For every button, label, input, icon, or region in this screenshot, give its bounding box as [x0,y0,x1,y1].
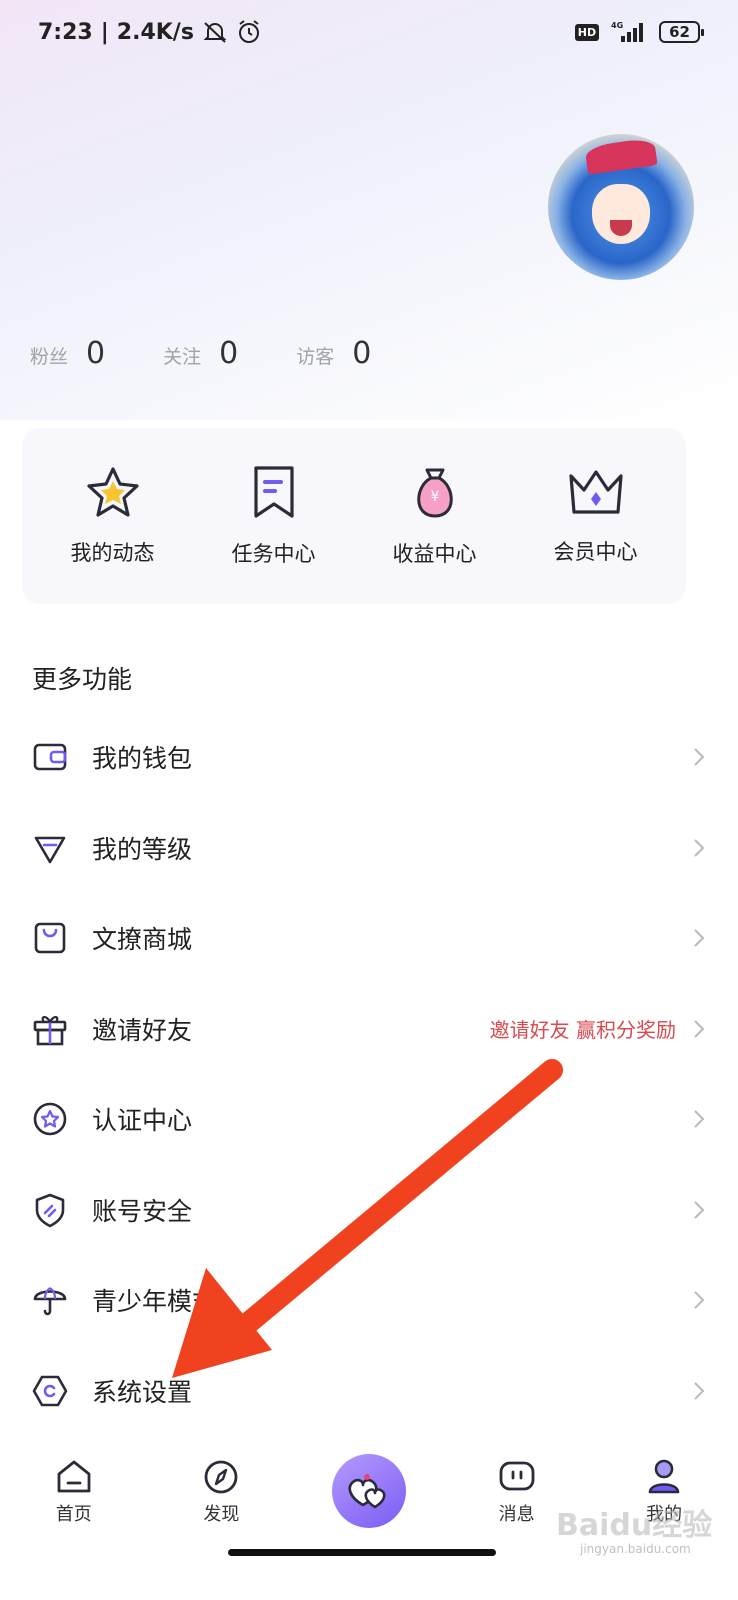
chevron-right-icon [692,1290,706,1310]
stat-fans[interactable]: 粉丝 0 [30,336,105,371]
avatar[interactable] [548,134,694,280]
status-left: 7:23 | 2.4K/s [38,19,262,45]
menu-item-youth-mode[interactable]: 青少年模式 [0,1255,738,1346]
diamond-icon [32,830,68,866]
status-time: 7:23 [38,19,93,45]
menu-item-account-security[interactable]: 账号安全 [0,1165,738,1256]
alarm-icon [236,19,262,45]
quick-item-task-center[interactable]: 任务中心 [204,464,344,568]
stat-value: 0 [86,336,106,371]
money-bag-icon: ¥ [407,464,463,520]
tab-discover[interactable]: 发现 [166,1458,276,1526]
section-title: 更多功能 [32,665,133,694]
menu-label: 我的钱包 [92,744,193,774]
menu-label: 认证中心 [92,1106,193,1136]
signal-icon: 4G [609,20,649,44]
mute-bell-icon [202,19,228,45]
chevron-right-icon [692,747,706,767]
svg-text:¥: ¥ [430,489,439,505]
quick-label: 任务中心 [231,542,316,566]
menu-item-verification[interactable]: 认证中心 [0,1074,738,1165]
stat-value: 0 [352,336,372,371]
chevron-right-icon [692,928,706,948]
watermark-logo: Baidu经验 [556,1508,713,1543]
chevron-right-icon [692,1019,706,1039]
stat-value: 0 [219,336,239,371]
home-icon [55,1458,93,1496]
profile-stats: 粉丝 0 关注 0 访客 0 [30,336,371,371]
tab-center-match[interactable] [314,1454,424,1528]
tab-label: 发现 [203,1504,240,1525]
hexagon-settings-icon [32,1373,68,1409]
message-icon [498,1458,536,1496]
watermark-url: jingyan.baidu.com [580,1542,691,1556]
menu-label: 账号安全 [92,1196,193,1226]
quick-label: 会员中心 [553,540,638,564]
quick-item-my-posts[interactable]: 我的动态 [43,465,183,567]
invite-promo-text: 邀请好友 赢积分奖励 [489,1018,676,1043]
menu-label: 文撩商城 [92,925,193,955]
tab-label: 首页 [55,1504,92,1525]
quick-label: 收益中心 [392,542,477,566]
svg-text:4G: 4G [611,21,623,30]
umbrella-icon [32,1282,68,1318]
quick-item-earnings[interactable]: ¥ 收益中心 [365,464,505,568]
menu-item-wallet[interactable]: 我的钱包 [0,712,738,803]
bookmark-icon [249,464,299,520]
status-right: HD 4G 62 [574,20,704,44]
stat-visitors[interactable]: 访客 0 [296,336,371,371]
hearts-icon [331,1454,406,1528]
badge-star-icon [32,1101,68,1137]
chevron-right-icon [692,1109,706,1129]
stat-label: 关注 [163,346,202,368]
menu-item-system-settings[interactable]: 系统设置 [0,1346,738,1437]
crown-icon [566,466,626,518]
user-icon [645,1458,683,1496]
menu-item-invite[interactable]: 邀请好友 邀请好友 赢积分奖励 [0,984,738,1075]
gift-icon [32,1011,68,1047]
star-icon [84,465,142,519]
menu-label: 青少年模式 [92,1287,218,1317]
compass-icon [202,1458,240,1496]
hd-badge: HD [574,23,600,41]
menu-label: 我的等级 [92,834,193,864]
tab-label: 消息 [498,1504,535,1525]
status-divider: | [100,19,109,45]
menu-label: 邀请好友 [92,1015,193,1045]
stat-following[interactable]: 关注 0 [163,336,238,371]
shield-icon [32,1192,68,1228]
chevron-right-icon [692,1381,706,1401]
stat-label: 粉丝 [30,346,69,368]
chevron-right-icon [692,838,706,858]
menu-item-level[interactable]: 我的等级 [0,803,738,894]
menu-item-shop[interactable]: 文撩商城 [0,893,738,984]
wallet-icon [32,739,68,775]
stat-label: 访客 [296,346,335,368]
quick-actions-card: 我的动态 任务中心 ¥ 收益中心 会员中心 [22,428,686,604]
status-speed: 2.4K/s [116,19,194,45]
avatar-bow [584,137,658,175]
tab-home[interactable]: 首页 [19,1458,129,1526]
quick-item-vip-center[interactable]: 会员中心 [526,466,666,566]
battery-indicator: 62 [659,21,704,43]
menu-label: 系统设置 [92,1377,193,1407]
quick-label: 我的动态 [70,541,155,565]
menu-list: 我的钱包 我的等级 文撩商城 邀请好友 邀请好友 赢积分奖励 认证中心 账号安全… [0,712,738,1436]
home-indicator[interactable] [228,1549,496,1556]
chevron-right-icon [692,1200,706,1220]
shopping-bag-icon [32,920,68,956]
status-bar: 7:23 | 2.4K/s HD 4G 62 [0,0,738,64]
